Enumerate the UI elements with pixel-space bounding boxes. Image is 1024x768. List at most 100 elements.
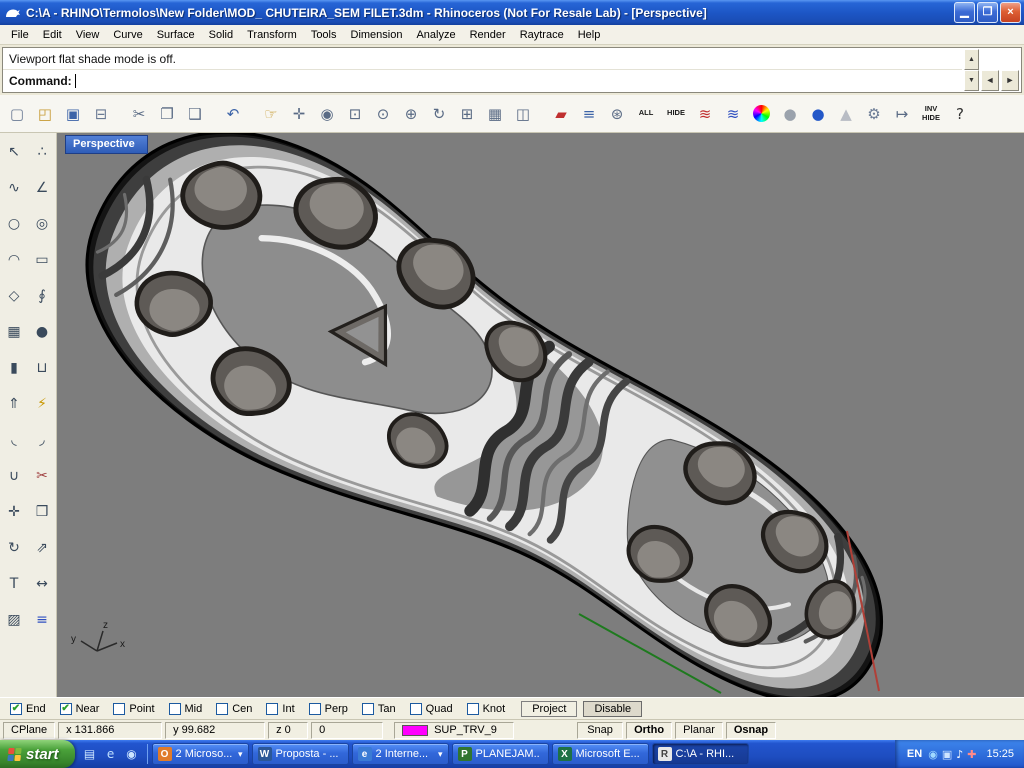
- draft-angle-icon[interactable]: ▲: [833, 100, 859, 128]
- invert-hide-icon[interactable]: INV HIDE: [917, 100, 945, 128]
- snap-toggle[interactable]: Snap: [577, 722, 623, 739]
- point-icon[interactable]: ∴: [31, 141, 53, 163]
- osnap-int[interactable]: Int: [266, 703, 294, 715]
- hatch-icon[interactable]: ▨: [3, 609, 25, 631]
- help-icon[interactable]: ?: [947, 100, 973, 128]
- dimension-icon[interactable]: ↔: [31, 573, 53, 595]
- osnap-perp[interactable]: Perp: [309, 703, 348, 715]
- menu-raytrace[interactable]: Raytrace: [513, 27, 571, 43]
- planar-toggle[interactable]: Planar: [675, 722, 723, 739]
- osnap-tan[interactable]: Tan: [362, 703, 396, 715]
- osnap-point[interactable]: Point: [113, 703, 154, 715]
- viewport[interactable]: y z x Perspective: [57, 133, 1024, 697]
- internet-explorer-icon[interactable]: e: [102, 744, 120, 764]
- four-viewports-icon[interactable]: ⊞: [454, 100, 480, 128]
- menu-curve[interactable]: Curve: [106, 27, 149, 43]
- sole-model[interactable]: [57, 133, 962, 697]
- zoom-extents-all-icon[interactable]: ALL: [632, 100, 660, 128]
- task-word-proposta[interactable]: W Proposta - ...: [252, 743, 349, 765]
- zoom-selected-icon[interactable]: ⊙: [370, 100, 396, 128]
- menu-transform[interactable]: Transform: [240, 27, 304, 43]
- copy-icon[interactable]: ❐: [154, 100, 180, 128]
- task-rhino[interactable]: R C:\A - RHI...: [652, 743, 749, 765]
- surface-icon[interactable]: ▦: [3, 321, 25, 343]
- zoom-dynamic-icon[interactable]: ◉: [314, 100, 340, 128]
- zoom-window-icon[interactable]: ⊡: [342, 100, 368, 128]
- task-excel[interactable]: X Microsoft E...: [552, 743, 649, 765]
- menu-view[interactable]: View: [69, 27, 107, 43]
- viewport-tab-perspective[interactable]: Perspective: [65, 135, 148, 154]
- osnap-cen[interactable]: Cen: [216, 703, 252, 715]
- options-gear-icon[interactable]: ⚙: [861, 100, 887, 128]
- viewport-canvas[interactable]: y z x: [57, 133, 1024, 697]
- display-icon[interactable]: ▣: [942, 748, 952, 761]
- render-sphere-icon[interactable]: ●: [805, 100, 831, 128]
- command-forward-button[interactable]: ►: [1001, 70, 1019, 91]
- media-player-icon[interactable]: ◉: [123, 744, 141, 764]
- osnap-knot[interactable]: Knot: [467, 703, 506, 715]
- select-arrow-icon[interactable]: ↖: [3, 141, 25, 163]
- show-desktop-icon[interactable]: ▤: [81, 744, 99, 764]
- grid-snap-icon[interactable]: ▦: [482, 100, 508, 128]
- move-view-icon[interactable]: ✛: [286, 100, 312, 128]
- open-file-icon[interactable]: ◰: [32, 100, 58, 128]
- menu-edit[interactable]: Edit: [36, 27, 69, 43]
- restore-button[interactable]: ❐: [977, 2, 998, 23]
- rotate-view-icon[interactable]: ↻: [426, 100, 452, 128]
- new-file-icon[interactable]: ▢: [4, 100, 30, 128]
- scale-icon[interactable]: ⇗: [31, 537, 53, 559]
- menu-help[interactable]: Help: [571, 27, 608, 43]
- rotate-icon[interactable]: ↻: [3, 537, 25, 559]
- curve-icon[interactable]: ∿: [3, 177, 25, 199]
- network-icon[interactable]: ◉: [928, 748, 938, 761]
- copy-icon[interactable]: ❒: [31, 501, 53, 523]
- render-preview-sphere-icon[interactable]: ●: [777, 100, 803, 128]
- hide-objects-icon[interactable]: HIDE: [662, 100, 690, 128]
- color-wheel-icon[interactable]: ●: [753, 105, 770, 122]
- cylinder-icon[interactable]: ⊔: [31, 357, 53, 379]
- osnap-end[interactable]: ✔ End: [10, 703, 46, 715]
- command-scroll-up-button[interactable]: ▲: [964, 49, 979, 70]
- undo-icon[interactable]: ↶: [220, 100, 246, 128]
- arc-icon[interactable]: ◠: [3, 249, 25, 271]
- render-icon[interactable]: ▰: [548, 100, 574, 128]
- disable-button[interactable]: Disable: [583, 701, 642, 717]
- osnap-mid[interactable]: Mid: [169, 703, 203, 715]
- task-office-group[interactable]: O 2 Microso... ▾: [152, 743, 249, 765]
- named-views-icon[interactable]: ◫: [510, 100, 536, 128]
- circle-icon[interactable]: ○: [3, 213, 25, 235]
- box-icon[interactable]: ▮: [3, 357, 25, 379]
- menu-render[interactable]: Render: [463, 27, 513, 43]
- pan-hand-icon[interactable]: ☞: [258, 100, 284, 128]
- layers-icon[interactable]: ≡: [576, 100, 602, 128]
- fillet-icon[interactable]: ◟: [3, 429, 25, 451]
- task-internet-group[interactable]: e 2 Interne... ▾: [352, 743, 449, 765]
- sphere-icon[interactable]: ●: [31, 321, 53, 343]
- text-icon[interactable]: T: [3, 573, 25, 595]
- paste-icon[interactable]: ❑: [182, 100, 208, 128]
- title-bar[interactable]: C:\A - RHINO\Termolos\New Folder\MOD_ CH…: [0, 0, 1024, 25]
- menu-file[interactable]: File: [4, 27, 36, 43]
- zoom-extents-icon[interactable]: ⊕: [398, 100, 424, 128]
- rectangle-icon[interactable]: ▭: [31, 249, 53, 271]
- osnap-toggle[interactable]: Osnap: [726, 722, 776, 739]
- zebra-analysis-icon[interactable]: ≋: [720, 100, 746, 128]
- curvature-analysis-icon[interactable]: ≋: [692, 100, 718, 128]
- project-button[interactable]: Project: [521, 701, 577, 717]
- command-scroll-down-button[interactable]: ▼: [964, 70, 979, 91]
- cut-icon[interactable]: ✂: [126, 100, 152, 128]
- save-file-icon[interactable]: ▣: [60, 100, 86, 128]
- osnap-quad[interactable]: Quad: [410, 703, 453, 715]
- menu-solid[interactable]: Solid: [202, 27, 240, 43]
- chamfer-icon[interactable]: ◞: [31, 429, 53, 451]
- trim-icon[interactable]: ✂: [31, 465, 53, 487]
- menu-tools[interactable]: Tools: [304, 27, 344, 43]
- explode-icon[interactable]: ⚡: [31, 393, 53, 415]
- command-back-button[interactable]: ◄: [981, 70, 999, 91]
- select-points-icon[interactable]: ⊛: [604, 100, 630, 128]
- extrude-icon[interactable]: ⇑: [3, 393, 25, 415]
- move-icon[interactable]: ✛: [3, 501, 25, 523]
- close-button[interactable]: ×: [1000, 2, 1021, 23]
- menu-surface[interactable]: Surface: [150, 27, 202, 43]
- polygon-icon[interactable]: ◇: [3, 285, 25, 307]
